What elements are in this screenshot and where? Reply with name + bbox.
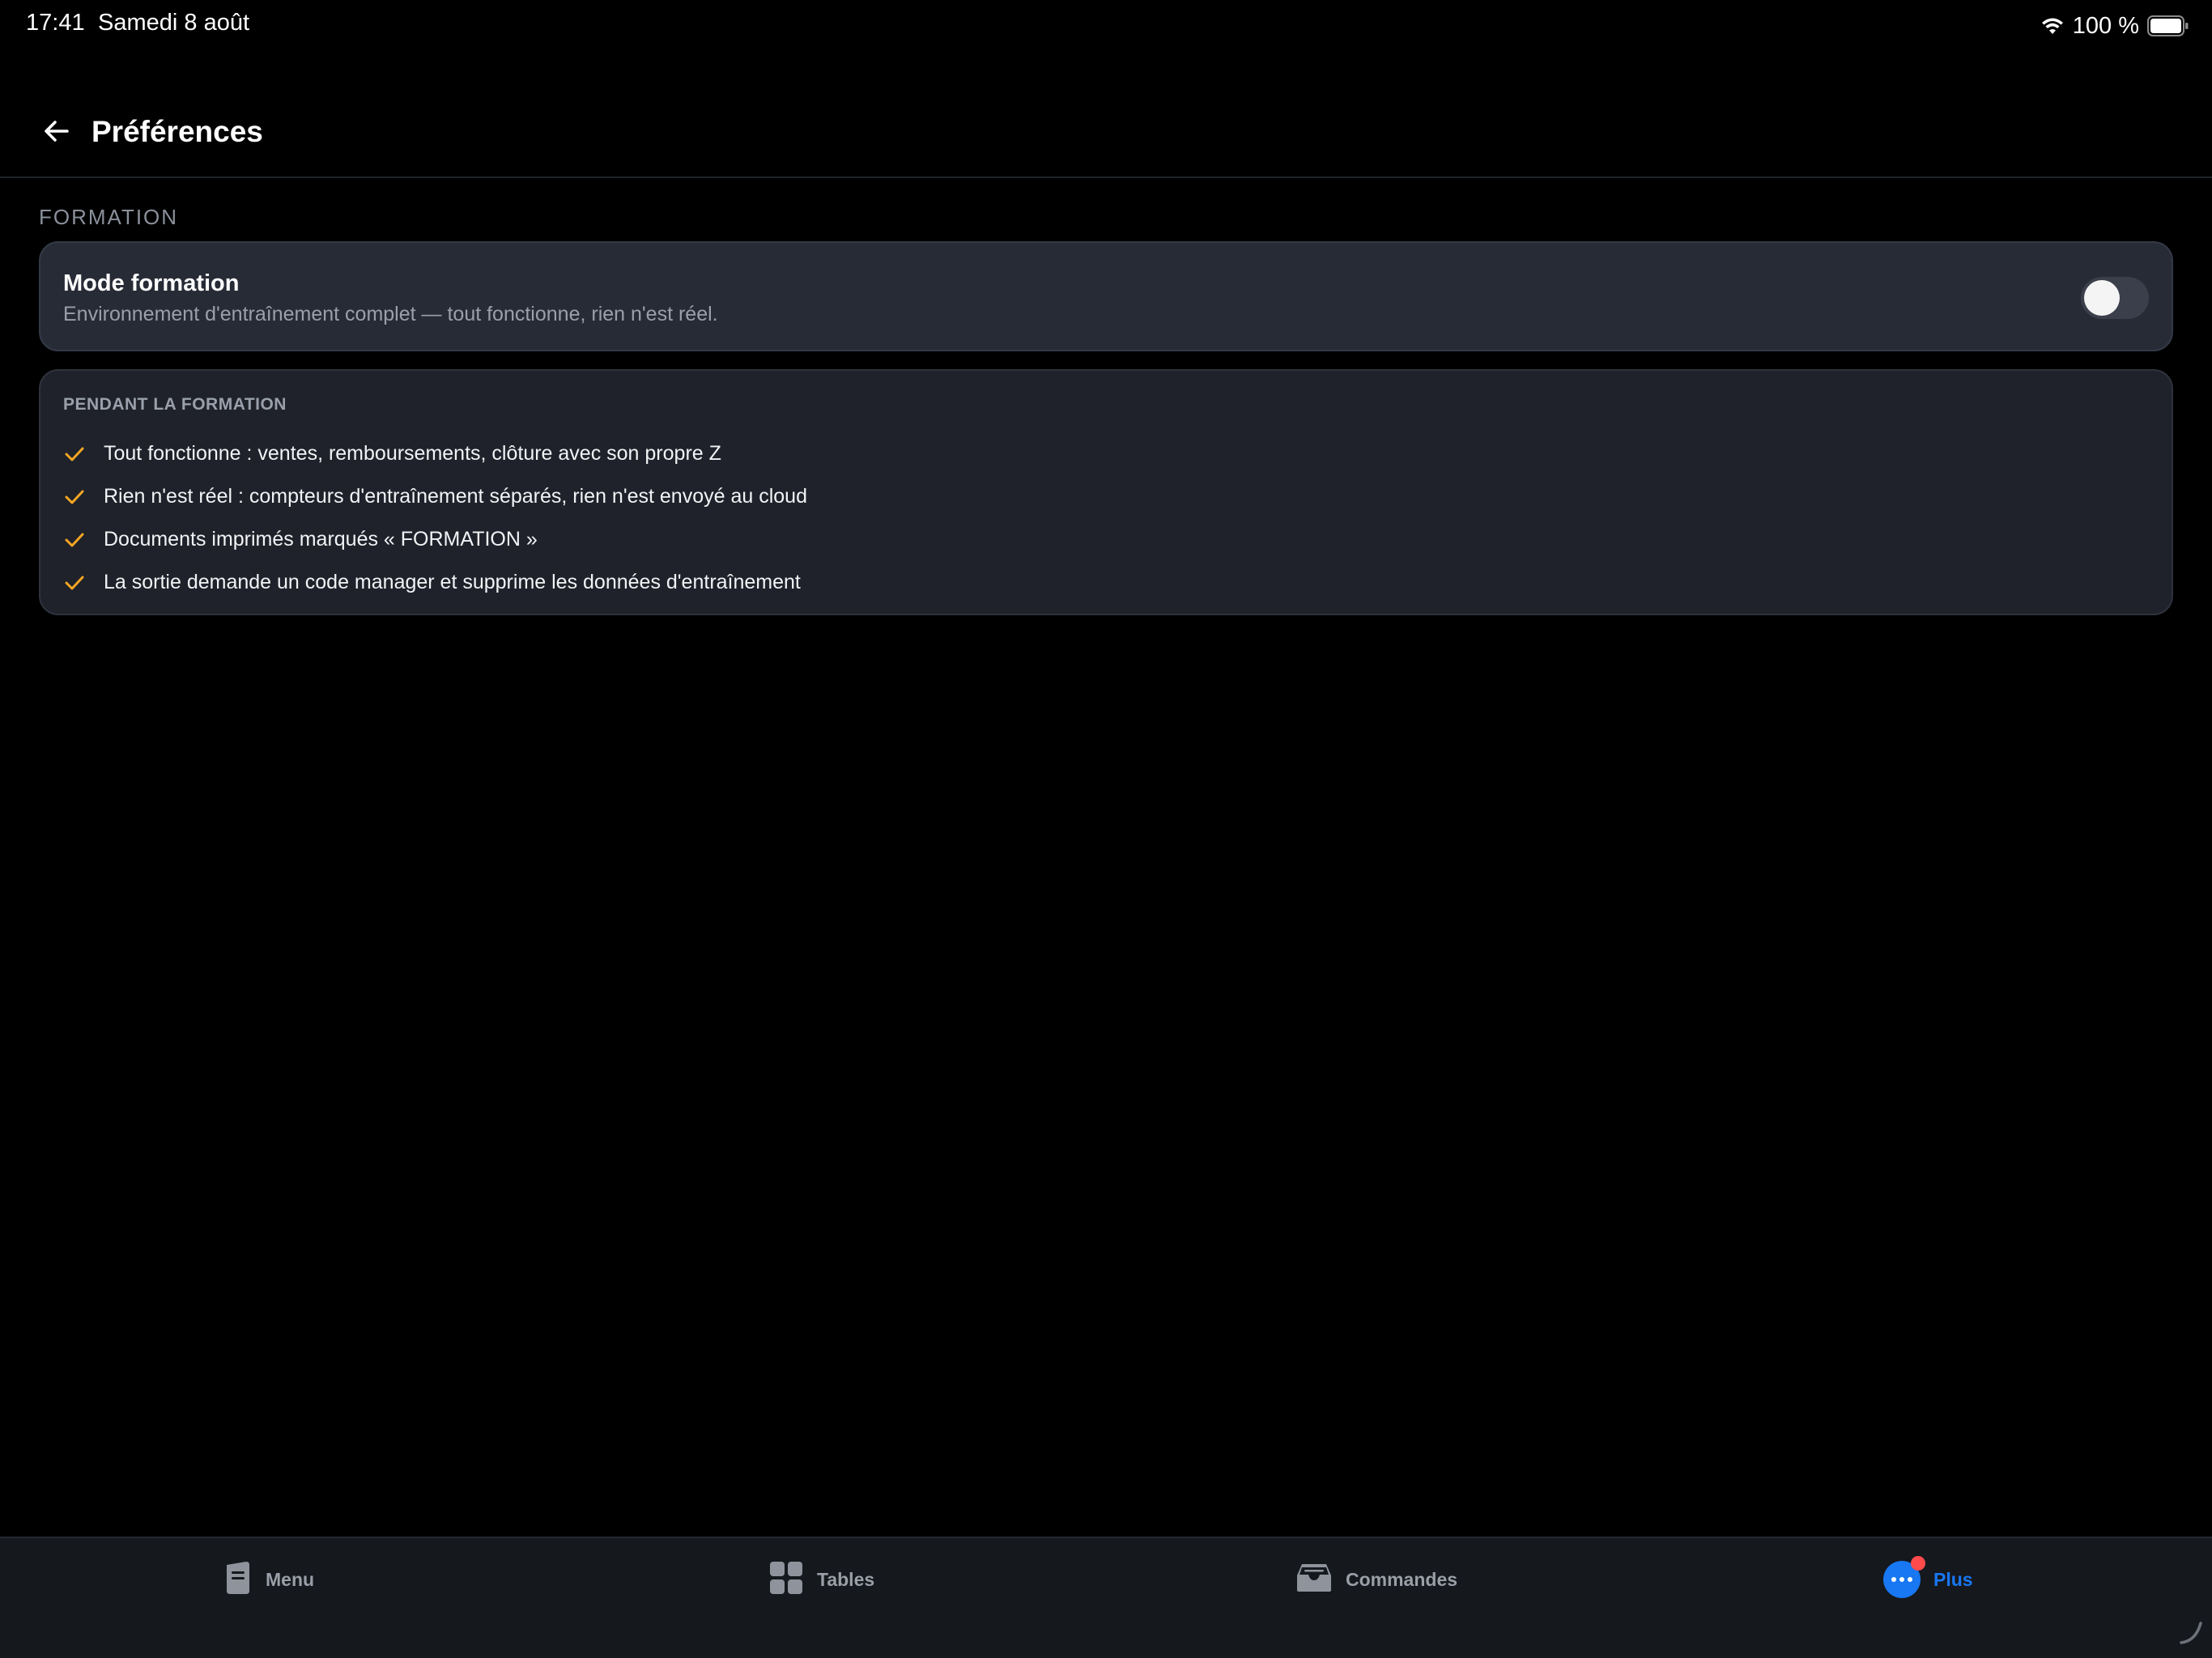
check-icon — [63, 442, 87, 466]
list-item: La sortie demande un code manager et sup… — [63, 561, 807, 604]
list-item: Tout fonctionne : ventes, remboursements… — [63, 432, 807, 475]
section-label: FORMATION — [39, 205, 179, 229]
tab-commandes[interactable]: Commandes — [1295, 1561, 1457, 1598]
page-title: Préférences — [91, 115, 263, 148]
list-item: Documents imprimés marqués « FORMATION » — [63, 518, 807, 561]
status-bar: 17:41 Samedi 8 août 100 % — [0, 0, 2212, 52]
training-info-list: Tout fonctionne : ventes, remboursements… — [63, 432, 807, 604]
notification-badge — [1911, 1556, 1925, 1571]
training-mode-title: Mode formation — [63, 270, 240, 296]
battery-icon — [2147, 15, 2189, 36]
check-icon — [63, 485, 87, 509]
status-date: Samedi 8 août — [98, 10, 250, 36]
list-item: Rien n'est réel : compteurs d'entraîneme… — [63, 475, 807, 518]
back-button[interactable] — [36, 112, 78, 154]
training-mode-card: Mode formation Environnement d'entraînem… — [39, 241, 2173, 351]
more-dots-icon — [1883, 1556, 1925, 1598]
tab-tables-label: Tables — [817, 1568, 875, 1590]
list-item-text: La sortie demande un code manager et sup… — [104, 571, 801, 593]
tab-plus-label: Plus — [1933, 1568, 1973, 1590]
list-item-text: Tout fonctionne : ventes, remboursements… — [104, 442, 721, 465]
tab-commandes-label: Commandes — [1346, 1568, 1458, 1590]
page-header: Préférences — [0, 91, 2212, 178]
tab-menu-label: Menu — [266, 1568, 315, 1590]
training-info-card: PENDANT LA FORMATION Tout fonctionne : v… — [39, 369, 2173, 615]
training-info-heading: PENDANT LA FORMATION — [63, 395, 287, 414]
check-icon — [63, 571, 87, 595]
tab-menu[interactable]: Menu — [223, 1561, 314, 1598]
training-mode-description: Environnement d'entraînement complet — t… — [63, 303, 718, 325]
tab-tables[interactable]: Tables — [768, 1561, 874, 1598]
status-time: 17:41 — [26, 10, 85, 36]
status-indicators: 100 % — [2040, 10, 2189, 42]
tab-plus[interactable]: Plus — [1883, 1556, 1973, 1598]
list-item-text: Rien n'est réel : compteurs d'entraîneme… — [104, 485, 807, 508]
list-item-text: Documents imprimés marqués « FORMATION » — [104, 528, 538, 551]
wifi-icon — [2040, 16, 2065, 36]
arrow-left-icon — [42, 117, 71, 150]
battery-percentage: 100 % — [2072, 12, 2139, 39]
check-icon — [63, 528, 87, 552]
inbox-icon — [1295, 1562, 1333, 1597]
bottom-tab-bar: Menu Tables Commandes Plus — [0, 1537, 2212, 1658]
training-mode-toggle[interactable] — [2081, 277, 2149, 319]
toggle-knob — [2084, 280, 2120, 316]
grid-icon — [768, 1560, 804, 1600]
resize-handle-icon — [2176, 1618, 2206, 1652]
menu-document-icon — [223, 1560, 253, 1600]
